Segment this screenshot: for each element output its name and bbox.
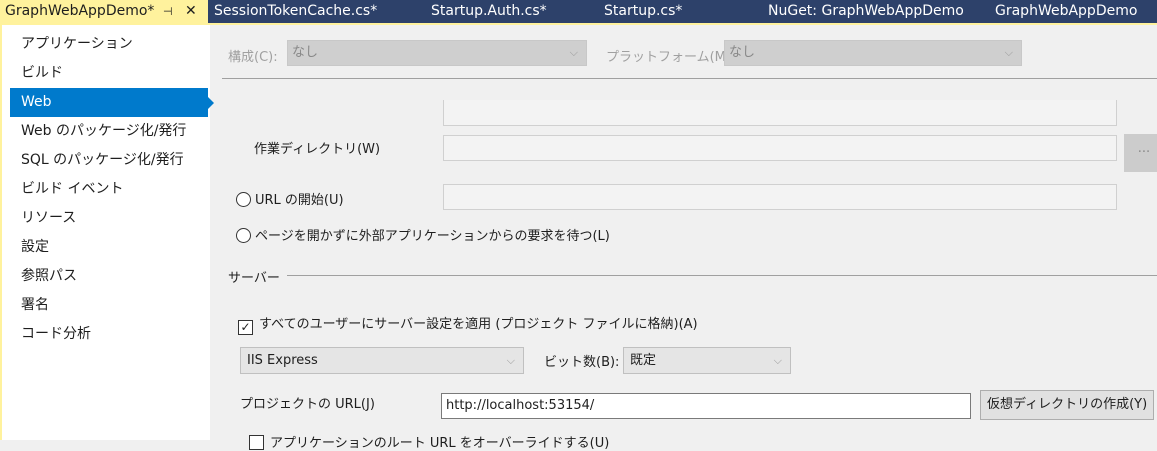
close-icon[interactable]: ✕ (185, 0, 197, 23)
wait-external-radio[interactable]: ページを開かずに外部アプリケーションからの要求を待つ(L) (236, 225, 610, 244)
server-section-heading: サーバー (228, 271, 280, 286)
platform-select[interactable]: なし ⌵ (724, 40, 1022, 66)
platform-value: なし (729, 45, 756, 60)
radio-icon (236, 192, 251, 207)
chevron-down-icon: ⌵ (773, 354, 782, 367)
divider (222, 78, 1157, 79)
project-url-label: プロジェクトの URL(J) (240, 397, 375, 412)
start-url-input[interactable] (443, 184, 1117, 210)
override-root-url-label: アプリケーションのルート URL をオーバーライドする(U) (270, 436, 610, 451)
server-value: IIS Express (247, 353, 318, 368)
sidebar-item-application[interactable]: アプリケーション (10, 30, 208, 59)
start-options-field-partial[interactable] (443, 100, 1117, 126)
config-select[interactable]: なし ⌵ (287, 40, 587, 66)
chevron-down-icon: ⌵ (506, 354, 515, 367)
chevron-down-icon: ⌵ (1004, 46, 1013, 59)
tab-graphwebappdemo[interactable]: GraphWebAppDemo (995, 0, 1137, 23)
sidebar-item-build[interactable]: ビルド (10, 59, 208, 88)
apply-all-label: すべてのユーザーにサーバー設定を適用 (プロジェクト ファイルに格納)(A) (259, 317, 698, 332)
start-url-label: URL の開始(U) (255, 193, 344, 208)
chevron-down-icon: ⌵ (569, 46, 578, 59)
start-url-radio[interactable]: URL の開始(U) (236, 189, 344, 208)
sidebar-item-sql-package[interactable]: SQL のパッケージ化/発行 (10, 146, 208, 175)
tab-sessiontokencache[interactable]: SessionTokenCache.cs* (214, 0, 377, 23)
config-label: 構成(C): (228, 50, 278, 65)
sidebar-item-resources[interactable]: リソース (10, 204, 208, 233)
project-url-input[interactable]: http://localhost:53154/ (441, 393, 971, 419)
bits-value: 既定 (630, 353, 657, 368)
sidebar-item-web[interactable]: Web (10, 88, 214, 117)
sidebar-item-build-events[interactable]: ビルド イベント (10, 175, 208, 204)
server-select[interactable]: IIS Express ⌵ (240, 347, 524, 374)
browse-button[interactable]: ... (1124, 134, 1157, 172)
radio-icon (236, 228, 251, 243)
sidebar-item-web-package[interactable]: Web のパッケージ化/発行 (10, 117, 208, 146)
bits-label: ビット数(B): (544, 355, 620, 370)
sidebar-item-signing[interactable]: 署名 (10, 291, 208, 320)
tab-label: GraphWebAppDemo* (5, 3, 155, 19)
bits-select[interactable]: 既定 ⌵ (623, 347, 791, 374)
properties-sidebar: アプリケーション ビルド Web Web のパッケージ化/発行 SQL のパッケ… (0, 25, 214, 440)
platform-label: プラットフォーム(M): (606, 50, 736, 65)
document-tab-bar: GraphWebAppDemo* ⊣ ✕ SessionTokenCache.c… (0, 0, 1157, 25)
checkmark-icon: ✓ (238, 320, 253, 335)
override-root-url-checkbox[interactable]: アプリケーションのルート URL をオーバーライドする(U) (249, 432, 609, 451)
tab-startup-auth[interactable]: Startup.Auth.cs* (431, 0, 547, 23)
sidebar-item-reference-paths[interactable]: 参照パス (10, 262, 208, 291)
tab-graphwebappdemo-properties[interactable]: GraphWebAppDemo* ⊣ ✕ (0, 0, 208, 25)
tab-startup[interactable]: Startup.cs* (604, 0, 682, 23)
workdir-label: 作業ディレクトリ(W) (254, 142, 381, 157)
checkbox-icon (249, 435, 264, 450)
sidebar-item-settings[interactable]: 設定 (10, 233, 208, 262)
tab-nuget[interactable]: NuGet: GraphWebAppDemo (768, 0, 964, 23)
config-value: なし (292, 45, 319, 60)
apply-all-checkbox[interactable]: ✓ すべてのユーザーにサーバー設定を適用 (プロジェクト ファイルに格納)(A) (238, 313, 698, 335)
workdir-input[interactable] (443, 135, 1117, 161)
pin-icon[interactable]: ⊣ (163, 0, 173, 23)
divider (287, 275, 1157, 276)
sidebar-item-code-analysis[interactable]: コード分析 (10, 320, 208, 349)
create-virtual-directory-button[interactable]: 仮想ディレクトリの作成(Y) (980, 390, 1155, 420)
wait-external-label: ページを開かずに外部アプリケーションからの要求を待つ(L) (255, 229, 610, 244)
